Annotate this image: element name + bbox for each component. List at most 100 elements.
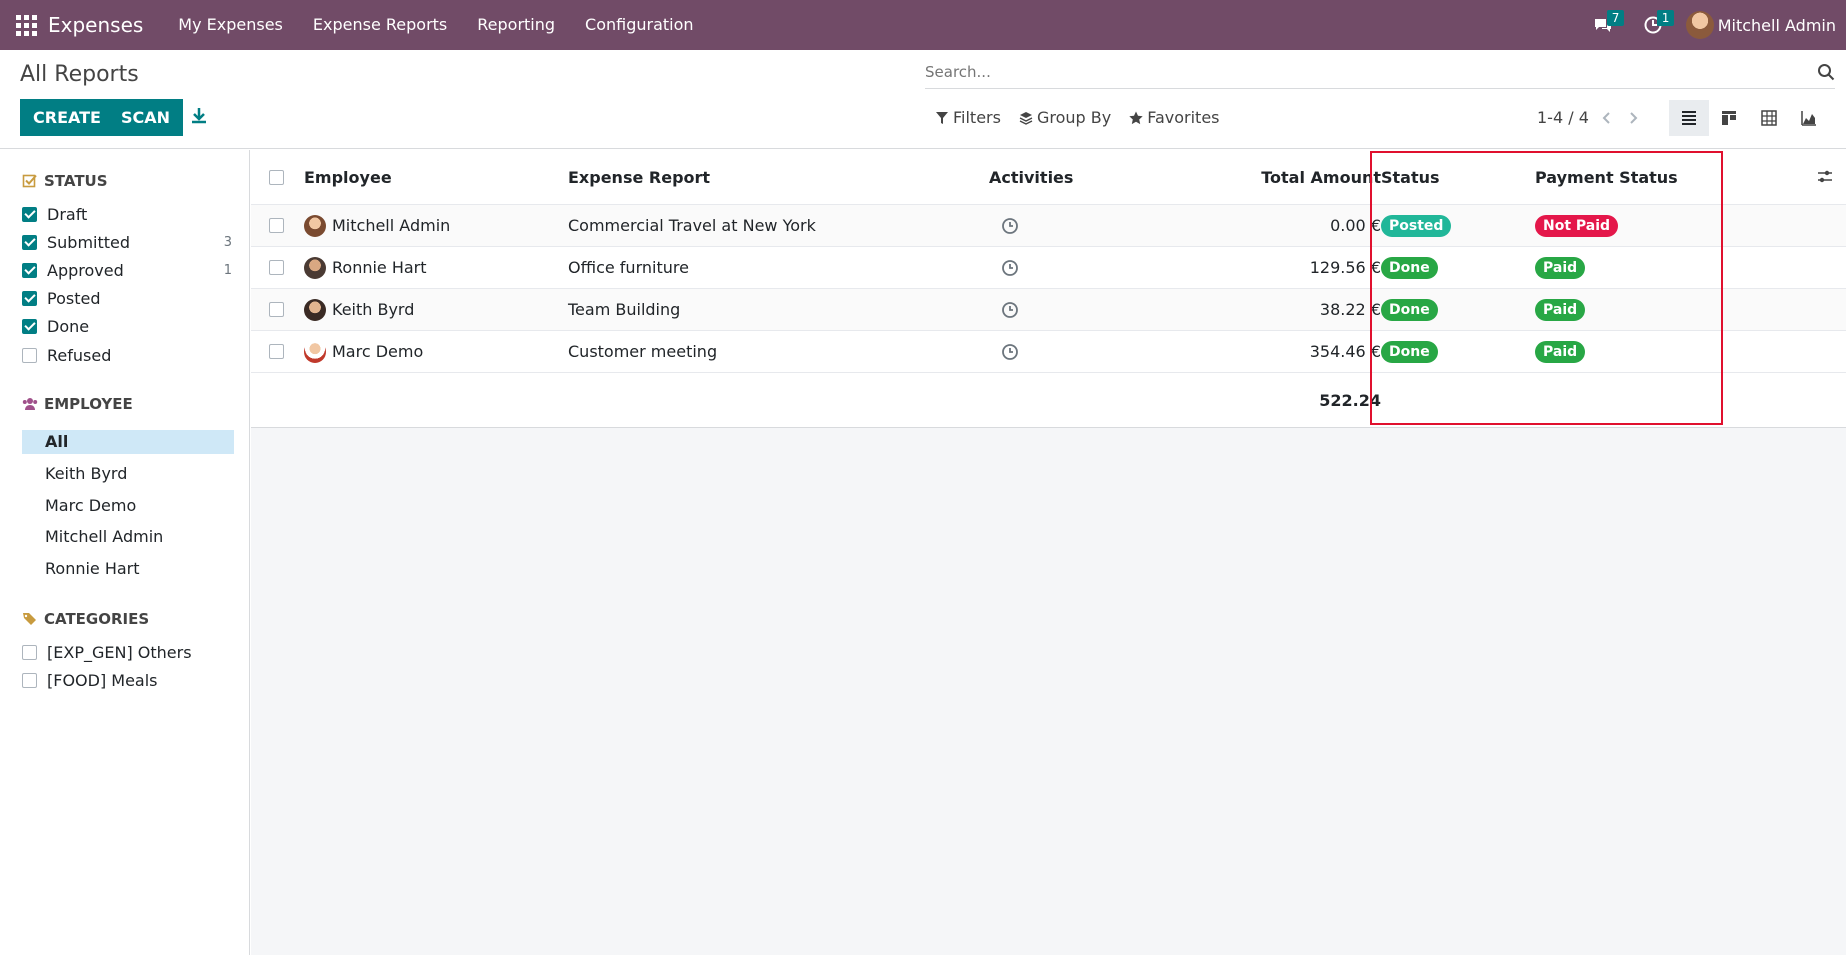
table-icon bbox=[1761, 110, 1777, 126]
employee-name: Marc Demo bbox=[332, 342, 424, 361]
payment-status-badge: Paid bbox=[1535, 298, 1586, 321]
employee-name: Ronnie Hart bbox=[332, 258, 427, 277]
pager-value[interactable]: 1-4 / 4 bbox=[1537, 108, 1589, 127]
employee-name: Mitchell Admin bbox=[332, 216, 451, 235]
avatar bbox=[304, 256, 326, 279]
favorites-button[interactable]: Favorites bbox=[1129, 108, 1220, 127]
column-header-report[interactable]: Expense Report bbox=[568, 150, 710, 204]
activity-clock-icon[interactable] bbox=[1001, 217, 1019, 235]
download-icon[interactable] bbox=[188, 105, 210, 127]
status-filter-posted[interactable]: Posted bbox=[22, 286, 232, 310]
column-header-total[interactable]: Total Amount bbox=[1261, 150, 1381, 204]
table-row[interactable]: Marc Demo Customer meeting 354.46 € Done… bbox=[251, 331, 1846, 373]
kanban-view-button[interactable] bbox=[1709, 100, 1749, 136]
pivot-view-button[interactable] bbox=[1749, 100, 1789, 136]
category-filter-meals[interactable]: [FOOD] Meals bbox=[22, 668, 232, 692]
area-chart-icon bbox=[1801, 111, 1816, 126]
status-filter-refused[interactable]: Refused bbox=[22, 343, 232, 367]
employee-filter-marc-demo[interactable]: Marc Demo bbox=[22, 494, 234, 518]
scan-button[interactable]: SCAN bbox=[108, 99, 184, 136]
checkbox[interactable] bbox=[22, 262, 37, 278]
create-button[interactable]: CREATE bbox=[20, 99, 114, 136]
status-filter-approved[interactable]: Approved 1 bbox=[22, 258, 232, 282]
category-filter-others[interactable]: [EXP_GEN] Others bbox=[22, 640, 232, 664]
total-amount: 354.46 € bbox=[1309, 342, 1381, 361]
activities-button[interactable]: 1 bbox=[1628, 0, 1678, 50]
table-header: Employee Expense Report Activities Total… bbox=[251, 150, 1846, 205]
layers-icon bbox=[1019, 111, 1033, 125]
messages-button[interactable]: 7 bbox=[1578, 0, 1628, 50]
favorites-label: Favorites bbox=[1147, 108, 1220, 127]
apps-grid-icon[interactable] bbox=[14, 13, 38, 37]
users-icon bbox=[22, 398, 38, 410]
table-footer: 522.24 bbox=[251, 373, 1846, 428]
chevron-left-icon[interactable] bbox=[1599, 110, 1615, 126]
user-menu[interactable]: Mitchell Admin bbox=[1685, 11, 1836, 39]
status-badge: Done bbox=[1381, 256, 1438, 279]
groupby-button[interactable]: Group By bbox=[1019, 108, 1111, 127]
search-bar bbox=[925, 57, 1835, 89]
chevron-right-icon[interactable] bbox=[1625, 110, 1641, 126]
column-header-employee[interactable]: Employee bbox=[304, 150, 392, 204]
total-amount: 0.00 € bbox=[1330, 216, 1381, 235]
view-switcher bbox=[1669, 100, 1829, 136]
payment-status-badge: Paid bbox=[1535, 256, 1586, 279]
grand-total: 522.24 bbox=[1319, 390, 1381, 410]
list-icon bbox=[1682, 111, 1696, 125]
menu-my-expenses[interactable]: My Expenses bbox=[163, 0, 298, 50]
checkbox[interactable] bbox=[22, 234, 37, 250]
menu-reporting[interactable]: Reporting bbox=[462, 0, 570, 50]
activity-clock-icon[interactable] bbox=[1001, 343, 1019, 361]
table-row[interactable]: Mitchell Admin Commercial Travel at New … bbox=[251, 205, 1846, 247]
checkbox[interactable] bbox=[22, 290, 37, 306]
table-row[interactable]: Ronnie Hart Office furniture 129.56 € Do… bbox=[251, 247, 1846, 289]
checkbox[interactable] bbox=[22, 644, 37, 660]
top-navbar: Expenses My Expenses Expense Reports Rep… bbox=[0, 0, 1846, 50]
row-checkbox[interactable] bbox=[269, 260, 284, 275]
filters-button[interactable]: Filters bbox=[935, 108, 1001, 127]
total-amount: 38.22 € bbox=[1319, 300, 1381, 319]
menu-configuration[interactable]: Configuration bbox=[570, 0, 709, 50]
employee-filter-all[interactable]: All bbox=[22, 430, 234, 454]
employee-name: Keith Byrd bbox=[332, 300, 415, 319]
checkbox[interactable] bbox=[22, 672, 37, 688]
column-header-payment-status[interactable]: Payment Status bbox=[1535, 150, 1678, 204]
star-icon bbox=[1129, 111, 1143, 124]
row-checkbox[interactable] bbox=[269, 302, 284, 317]
employee-section-title: EMPLOYEE bbox=[22, 395, 133, 413]
row-checkbox[interactable] bbox=[269, 218, 284, 233]
status-badge: Posted bbox=[1381, 214, 1452, 237]
table-row[interactable]: Keith Byrd Team Building 38.22 € Done Pa… bbox=[251, 289, 1846, 331]
activity-clock-icon[interactable] bbox=[1001, 259, 1019, 277]
search-input[interactable] bbox=[925, 57, 1835, 87]
page-title: All Reports bbox=[20, 62, 139, 87]
status-filter-submitted[interactable]: Submitted 3 bbox=[22, 230, 232, 254]
report-name: Office furniture bbox=[568, 258, 689, 277]
status-filter-done[interactable]: Done bbox=[22, 314, 232, 338]
checkbox[interactable] bbox=[22, 206, 37, 222]
checkbox[interactable] bbox=[22, 318, 37, 334]
avatar bbox=[304, 340, 326, 363]
app-brand[interactable]: Expenses bbox=[48, 13, 143, 37]
employee-filter-mitchell-admin[interactable]: Mitchell Admin bbox=[22, 525, 234, 549]
status-badge: Done bbox=[1381, 340, 1438, 363]
sliders-icon[interactable] bbox=[1816, 168, 1834, 186]
filters-label: Filters bbox=[953, 108, 1001, 127]
control-panel: All Reports CREATE SCAN Filters Group By… bbox=[0, 50, 1846, 149]
graph-view-button[interactable] bbox=[1789, 100, 1829, 136]
row-checkbox[interactable] bbox=[269, 344, 284, 359]
user-avatar bbox=[1685, 11, 1714, 39]
status-filter-draft[interactable]: Draft bbox=[22, 202, 232, 226]
checkbox[interactable] bbox=[22, 347, 37, 363]
employee-filter-ronnie-hart[interactable]: Ronnie Hart bbox=[22, 557, 234, 581]
search-icon[interactable] bbox=[1817, 63, 1835, 81]
activity-clock-icon[interactable] bbox=[1001, 301, 1019, 319]
select-all-checkbox[interactable] bbox=[269, 169, 284, 185]
status-section-title: STATUS bbox=[22, 172, 108, 190]
column-header-activities[interactable]: Activities bbox=[989, 150, 1073, 204]
navbar-systray: 7 1 Mitchell Admin bbox=[1578, 0, 1846, 50]
menu-expense-reports[interactable]: Expense Reports bbox=[298, 0, 462, 50]
employee-filter-keith-byrd[interactable]: Keith Byrd bbox=[22, 462, 234, 486]
column-header-status[interactable]: Status bbox=[1381, 150, 1440, 204]
list-view-button[interactable] bbox=[1669, 100, 1709, 136]
